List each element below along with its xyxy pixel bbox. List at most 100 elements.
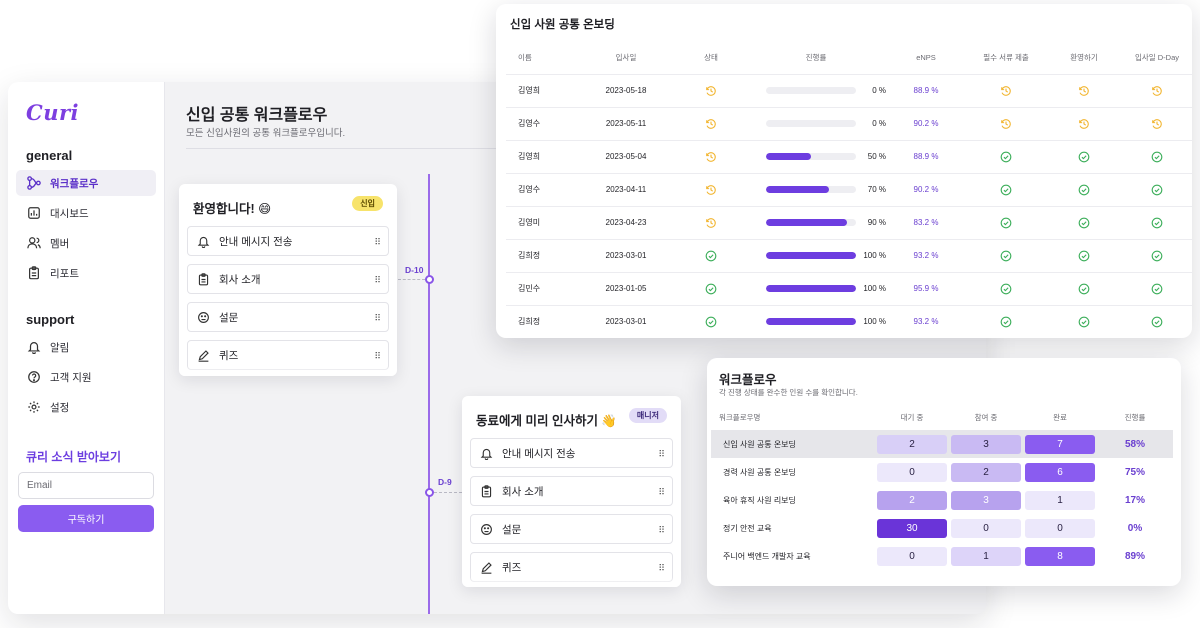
table-row[interactable]: 신입 사원 공통 온보딩 2 3 7 58%: [711, 430, 1173, 458]
progress-label: 50 %: [867, 152, 886, 161]
step-item[interactable]: 설문 ⠿: [187, 302, 389, 332]
check-circle-icon: [1046, 172, 1122, 206]
employee-name: 김영미: [506, 205, 576, 239]
table-row[interactable]: 김영미 2023-04-23 90 % 83.2 %: [506, 205, 1192, 239]
join-date: 2023-03-01: [576, 304, 676, 338]
column-header[interactable]: eNPS: [886, 42, 966, 74]
progress-cell: 0 %: [746, 73, 886, 107]
active-cell: 2: [949, 458, 1023, 486]
drag-handle-icon[interactable]: ⠿: [658, 563, 665, 574]
table-row[interactable]: 경력 사원 공통 온보딩 0 2 6 75%: [711, 458, 1173, 486]
history-icon: [1046, 73, 1122, 107]
timeline-line: [428, 174, 430, 614]
subscribe-button[interactable]: 구독하기: [18, 505, 154, 532]
table-row[interactable]: 김민수 2023-01-05 100 % 95.9 %: [506, 271, 1192, 305]
workflow-step-card[interactable]: 환영합니다! 😄 신입 안내 메시지 전송 ⠿ 회사 소개 ⠿ 설문 ⠿ 퀴즈 …: [179, 184, 397, 376]
check-circle-icon: [1122, 139, 1192, 173]
sidebar-item-alerts[interactable]: 알림: [16, 334, 156, 360]
table-row[interactable]: 김영수 2023-05-11 0 % 90.2 %: [506, 106, 1192, 140]
step-item[interactable]: 회사 소개 ⠿: [470, 476, 673, 506]
waiting-count: 2: [877, 434, 947, 454]
check-circle-icon: [966, 172, 1046, 206]
join-date: 2023-01-05: [576, 271, 676, 305]
progress-label: 0 %: [872, 86, 886, 95]
email-field[interactable]: [18, 472, 154, 499]
members-icon: [26, 235, 42, 251]
table-row[interactable]: 김영수 2023-04-11 70 % 90.2 %: [506, 172, 1192, 206]
step-item[interactable]: 안내 메시지 전송 ⠿: [470, 438, 673, 468]
employee-name: 김희정: [506, 238, 576, 272]
employee-name: 김영수: [506, 106, 576, 140]
check-circle-icon: [1122, 238, 1192, 272]
drag-handle-icon[interactable]: ⠿: [374, 313, 381, 324]
role-badge: 매니저: [628, 408, 667, 423]
column-header[interactable]: 필수 서류 제출: [966, 42, 1046, 74]
check-circle-icon: [1122, 172, 1192, 206]
waiting-cell: 0: [875, 458, 949, 486]
clipboard-icon: [479, 484, 493, 498]
check-circle-icon: [676, 238, 746, 272]
enps-value: 93.2 %: [886, 238, 966, 272]
drag-handle-icon[interactable]: ⠿: [374, 351, 381, 362]
sidebar-item-label: 고객 지원: [50, 371, 92, 384]
table-row[interactable]: 김희정 2023-03-01 100 % 93.2 %: [506, 304, 1192, 338]
progress-fill: [766, 186, 829, 193]
table-row[interactable]: 주니어 백엔드 개발자 교육 0 1 8 89%: [711, 542, 1173, 570]
progress-cell: 100 %: [746, 271, 886, 305]
progress-bar: [766, 87, 856, 94]
column-header[interactable]: 진행률: [746, 42, 886, 74]
history-icon: [676, 205, 746, 239]
sidebar-item-members[interactable]: 멤버: [16, 230, 156, 256]
waiting-cell: 2: [875, 486, 949, 514]
column-header[interactable]: 워크플로우명: [711, 404, 875, 430]
column-header[interactable]: 진행률: [1097, 404, 1173, 430]
sidebar-item-label: 리포트: [50, 267, 79, 280]
join-date: 2023-05-18: [576, 73, 676, 107]
workflow-icon: [26, 175, 42, 191]
column-header[interactable]: 대기 중: [875, 404, 949, 430]
timeline-node[interactable]: [425, 488, 434, 497]
rate-cell: 17%: [1097, 486, 1173, 514]
column-header[interactable]: 참여 중: [949, 404, 1023, 430]
table-row[interactable]: 김희정 2023-03-01 100 % 93.2 %: [506, 238, 1192, 272]
timeline-node[interactable]: [425, 275, 434, 284]
sidebar-item-report[interactable]: 리포트: [16, 260, 156, 286]
column-header[interactable]: 이름: [506, 42, 576, 74]
done-cell: 0: [1023, 514, 1097, 542]
table-row[interactable]: 김영희 2023-05-18 0 % 88.9 %: [506, 73, 1192, 107]
check-circle-icon: [1046, 304, 1122, 338]
sidebar-item-settings[interactable]: 설정: [16, 394, 156, 420]
step-item[interactable]: 안내 메시지 전송 ⠿: [187, 226, 389, 256]
table-row[interactable]: 김영희 2023-05-04 50 % 88.9 %: [506, 139, 1192, 173]
progress-label: 70 %: [867, 185, 886, 194]
column-header[interactable]: 입사일 D-Day: [1122, 42, 1192, 74]
onboarding-table: 이름 입사일 상태 진행률 eNPS 필수 서류 제출 환영하기 입사일 D-D…: [506, 42, 1192, 338]
bell-icon: [479, 446, 493, 460]
sidebar-item-support[interactable]: 고객 지원: [16, 364, 156, 390]
column-header[interactable]: 환영하기: [1046, 42, 1122, 74]
table-row[interactable]: 육아 휴직 사원 리보딩 2 3 1 17%: [711, 486, 1173, 514]
active-count: 1: [951, 546, 1021, 566]
table-row[interactable]: 정기 안전 교육 30 0 0 0%: [711, 514, 1173, 542]
step-item-label: 안내 메시지 전송: [502, 447, 576, 460]
enps-value: 95.9 %: [886, 271, 966, 305]
drag-handle-icon[interactable]: ⠿: [374, 275, 381, 286]
sidebar-item-workflow[interactable]: 워크플로우: [16, 170, 156, 196]
sidebar-item-label: 대시보드: [50, 207, 89, 220]
step-item[interactable]: 회사 소개 ⠿: [187, 264, 389, 294]
workflow-name: 경력 사원 공통 온보딩: [723, 467, 796, 477]
waiting-cell: 2: [875, 430, 949, 458]
workflow-step-card[interactable]: 동료에게 미리 인사하기 👋 매니저 안내 메시지 전송 ⠿ 회사 소개 ⠿ 설…: [462, 396, 681, 587]
drag-handle-icon[interactable]: ⠿: [374, 237, 381, 248]
column-header[interactable]: 완료: [1023, 404, 1097, 430]
sidebar-item-dashboard[interactable]: 대시보드: [16, 200, 156, 226]
drag-handle-icon[interactable]: ⠿: [658, 449, 665, 460]
column-header[interactable]: 입사일: [576, 42, 676, 74]
drag-handle-icon[interactable]: ⠿: [658, 525, 665, 536]
step-item[interactable]: 설문 ⠿: [470, 514, 673, 544]
done-count: 0: [1025, 518, 1095, 538]
column-header[interactable]: 상태: [676, 42, 746, 74]
progress-bar: [766, 186, 856, 193]
drag-handle-icon[interactable]: ⠿: [658, 487, 665, 498]
done-count: 6: [1025, 462, 1095, 482]
